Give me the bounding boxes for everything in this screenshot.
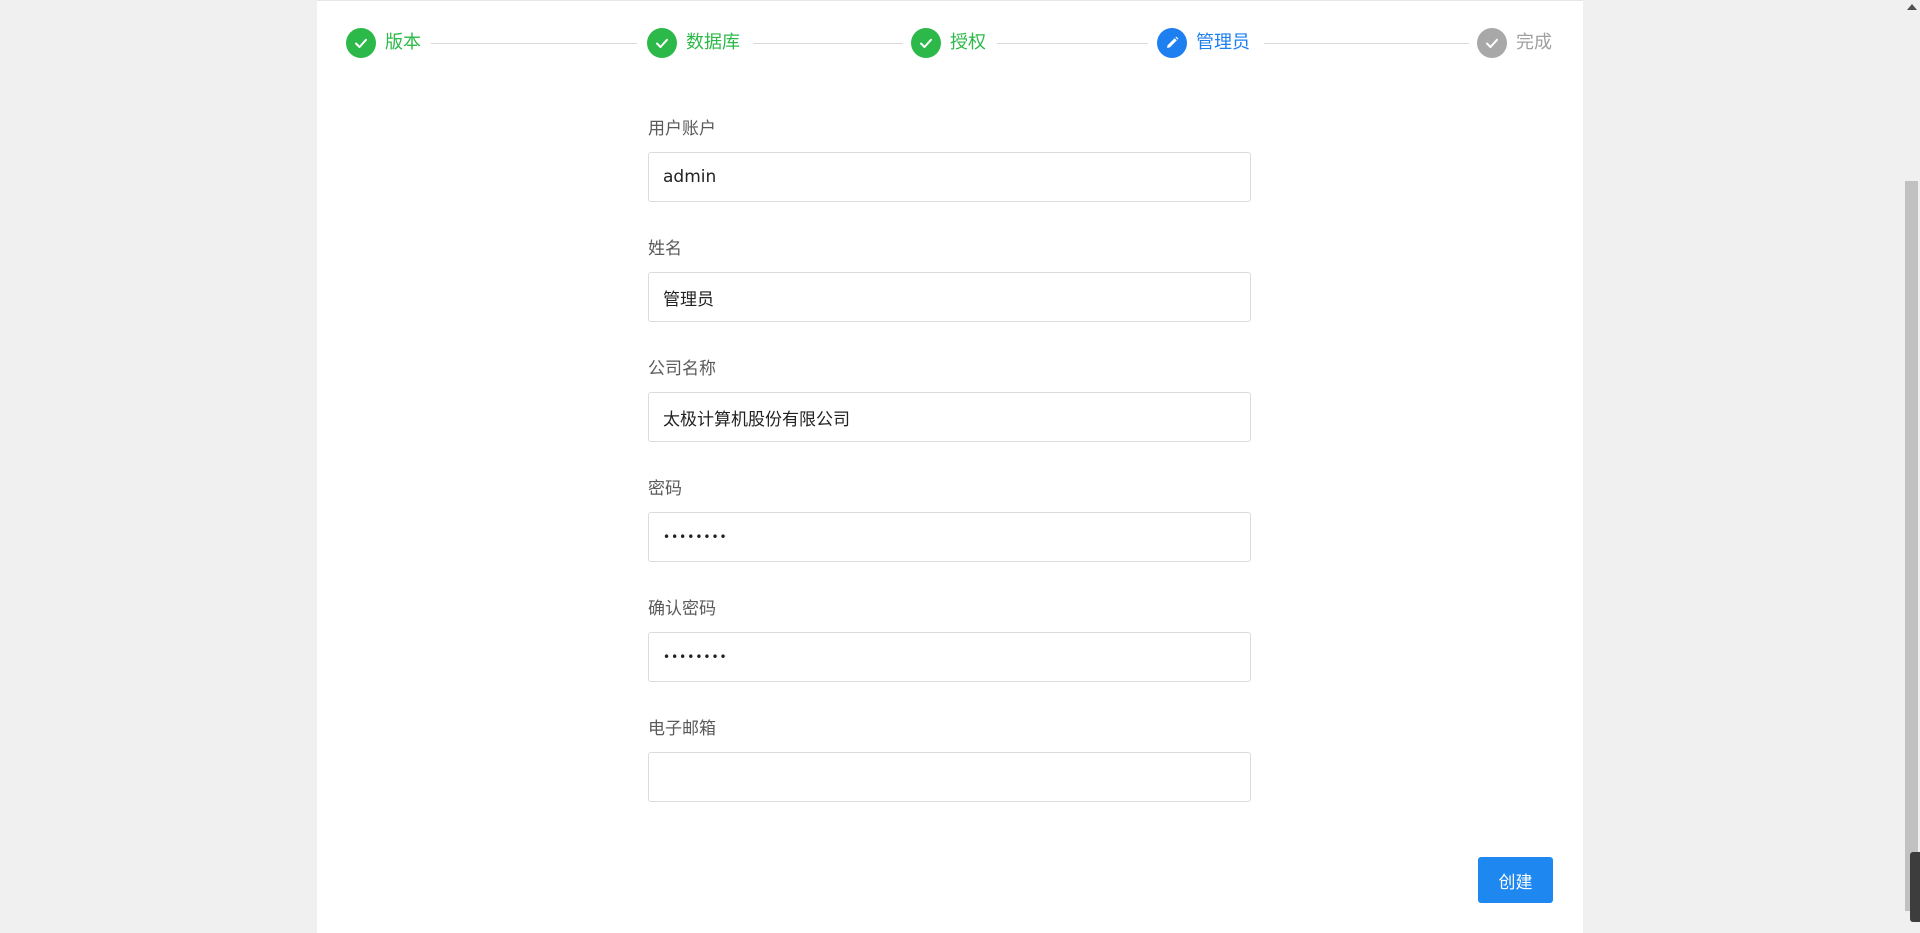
name-input[interactable] — [648, 272, 1251, 322]
step-label: 授权 — [950, 32, 986, 53]
create-button[interactable]: 创建 — [1478, 857, 1553, 903]
admin-form: 用户账户 姓名 公司名称 密码 确认密码 电子邮箱 — [648, 116, 1251, 836]
name-field: 姓名 — [648, 236, 1251, 356]
check-icon — [346, 28, 376, 58]
check-icon — [911, 28, 941, 58]
setup-steps: 版本 数据库 授权 管理员 完成 — [346, 27, 1554, 59]
company-field: 公司名称 — [648, 356, 1251, 476]
step-label: 版本 — [385, 32, 421, 53]
email-field: 电子邮箱 — [648, 716, 1251, 836]
scrollbar-thumb[interactable] — [1905, 181, 1918, 911]
scroll-up-arrow-icon[interactable] — [1907, 4, 1917, 10]
confirm-password-label: 确认密码 — [648, 599, 716, 619]
company-label: 公司名称 — [648, 359, 716, 379]
pencil-icon — [1157, 28, 1187, 58]
step-connector — [1264, 43, 1469, 44]
password-label: 密码 — [648, 479, 682, 499]
step-admin[interactable]: 管理员 — [1157, 27, 1250, 59]
username-label: 用户账户 — [648, 119, 716, 139]
confirm-password-input[interactable] — [648, 632, 1251, 682]
check-icon — [1477, 28, 1507, 58]
password-field: 密码 — [648, 476, 1251, 596]
email-label: 电子邮箱 — [648, 719, 716, 739]
step-database[interactable]: 数据库 — [647, 27, 740, 59]
step-version[interactable]: 版本 — [346, 27, 421, 59]
check-icon — [647, 28, 677, 58]
step-label: 数据库 — [686, 32, 740, 53]
step-label: 完成 — [1516, 32, 1552, 53]
step-label: 管理员 — [1196, 32, 1250, 53]
confirm-password-field: 确认密码 — [648, 596, 1251, 716]
username-input[interactable] — [648, 152, 1251, 202]
page-scrollbar[interactable] — [1903, 0, 1920, 932]
name-label: 姓名 — [648, 239, 682, 259]
email-input[interactable] — [648, 752, 1251, 802]
company-input[interactable] — [648, 392, 1251, 442]
step-finish[interactable]: 完成 — [1477, 27, 1552, 59]
step-connector — [997, 43, 1148, 44]
username-field: 用户账户 — [648, 116, 1251, 236]
step-connector — [431, 43, 637, 44]
step-license[interactable]: 授权 — [911, 27, 986, 59]
password-input[interactable] — [648, 512, 1251, 562]
step-connector — [753, 43, 903, 44]
floating-widget[interactable] — [1910, 852, 1920, 922]
